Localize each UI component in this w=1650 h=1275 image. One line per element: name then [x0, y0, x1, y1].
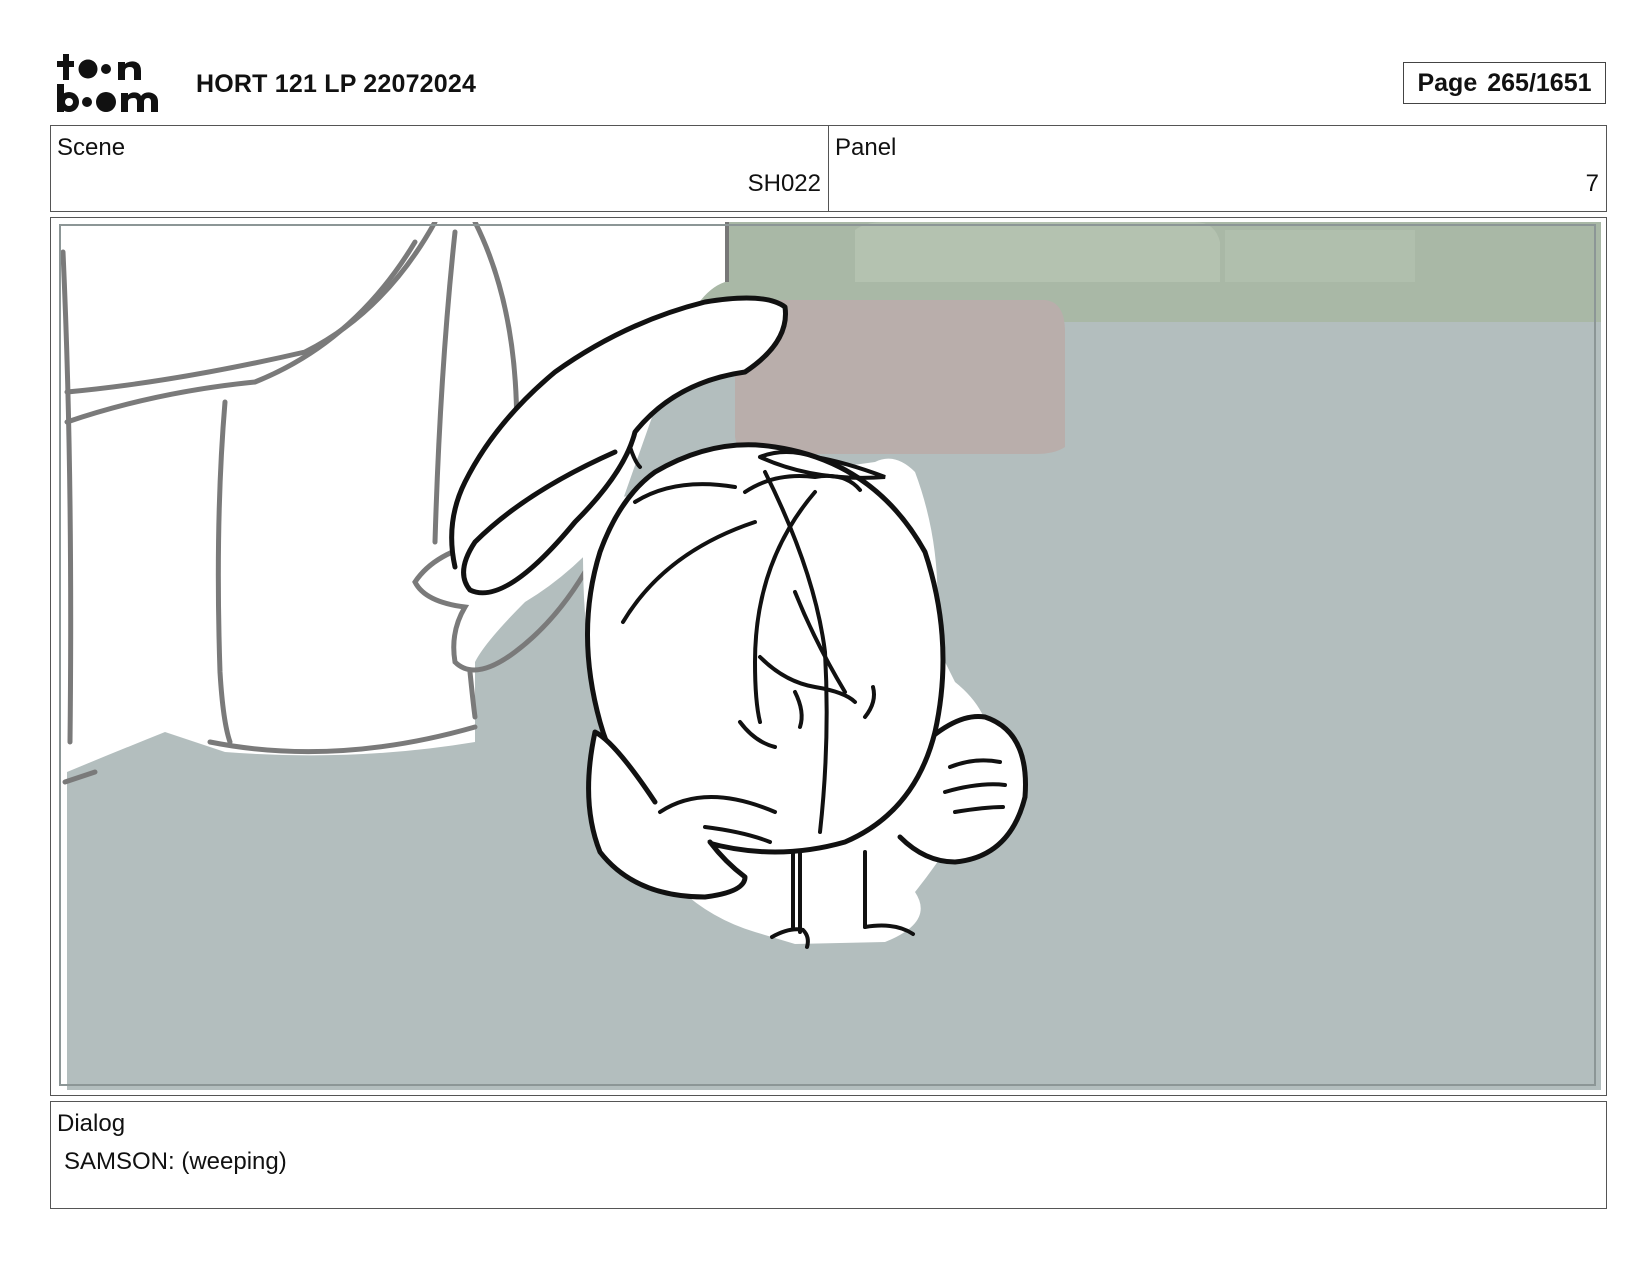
couch-cushion: [1225, 230, 1415, 282]
scene-value: SH022: [747, 170, 821, 197]
scene-field: Scene SH022: [51, 126, 828, 211]
scene-panel-fields: Scene SH022 Panel 7: [50, 125, 1607, 212]
dialog-label: Dialog: [57, 1110, 126, 1137]
storyboard-panel: [50, 217, 1607, 1096]
dialog-box: Dialog SAMSON: (weeping): [50, 1101, 1607, 1209]
dialog-text: SAMSON: (weeping): [64, 1148, 287, 1175]
couch-cushion: [855, 222, 1220, 282]
page-indicator: Page 265/1651: [1403, 62, 1606, 104]
page-label: Page: [1417, 68, 1478, 97]
panel-label: Panel: [835, 134, 897, 161]
page-number: 265/1651: [1487, 68, 1592, 97]
project-title: HORT 121 LP 22072024: [196, 70, 477, 98]
panel-field: Panel 7: [828, 126, 1606, 211]
panel-drawing: [55, 222, 1601, 1090]
scene-label: Scene: [57, 134, 126, 161]
toon-boom-logo: [57, 54, 158, 112]
panel-value: 7: [1585, 170, 1599, 197]
